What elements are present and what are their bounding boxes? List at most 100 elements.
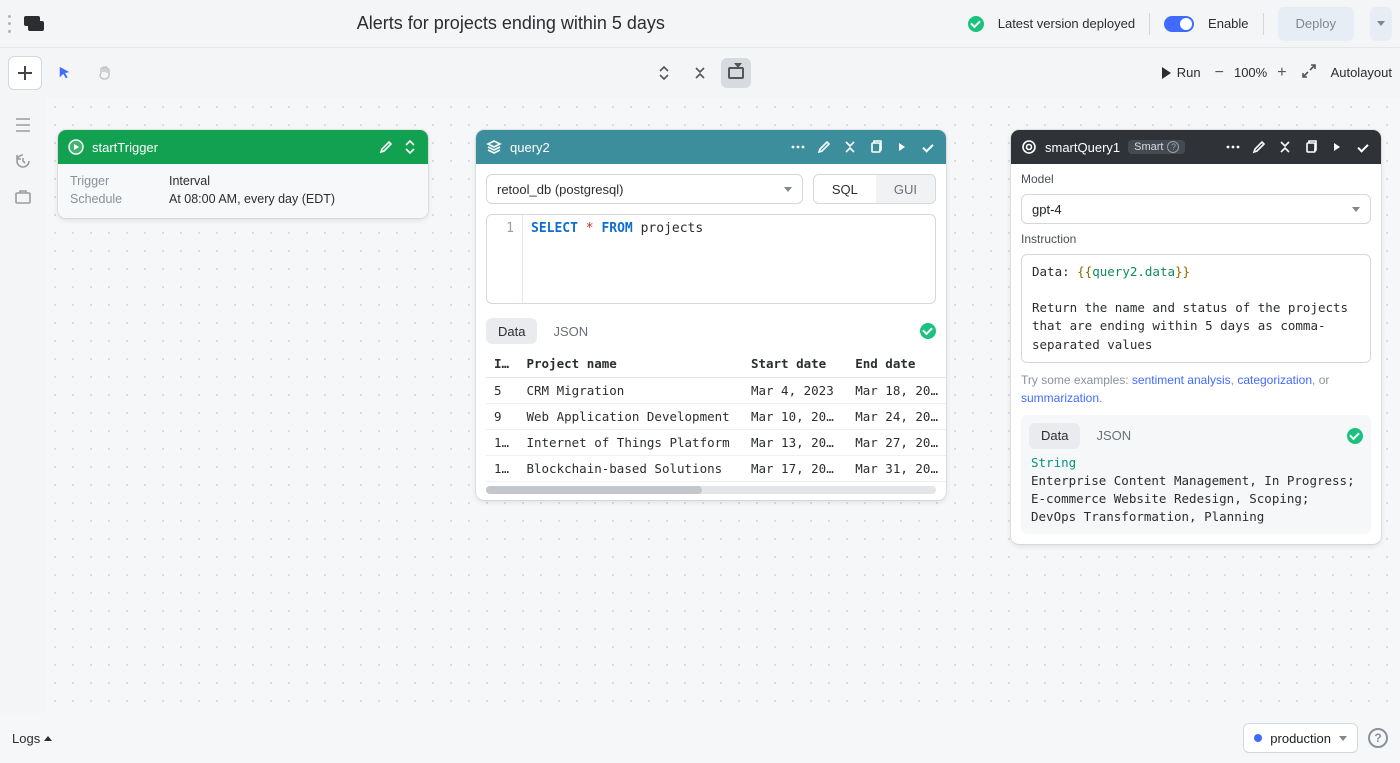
hand-icon xyxy=(97,65,113,81)
run-node-button[interactable] xyxy=(894,139,910,155)
cell-name: Blockchain-based Solutions xyxy=(518,456,742,482)
table-row[interactable]: 1… Internet of Things Platform Mar 13, 2… xyxy=(486,430,946,456)
chevrons-expand-icon xyxy=(656,65,672,81)
node-smartquery1[interactable]: smartQuery1 Smart ? Model g xyxy=(1011,130,1381,544)
result-type-label: String xyxy=(1029,455,1363,470)
examples-or: , or xyxy=(1312,373,1329,387)
add-block-button[interactable] xyxy=(8,56,42,90)
more-icon[interactable] xyxy=(1225,139,1241,155)
result-table-wrap: I… Project name Start date End date 5 CR… xyxy=(476,350,946,482)
result-tabs: Data JSON xyxy=(476,314,946,350)
minimap-icon xyxy=(728,67,744,79)
table-row[interactable]: 9 Web Application Development Mar 10, 20… xyxy=(486,404,946,430)
expand-all-button[interactable] xyxy=(649,58,679,88)
toolbar-center-group xyxy=(649,58,751,88)
node-query2[interactable]: query2 retool_db (postgresql) SQL xyxy=(476,130,946,500)
collapse-all-button[interactable] xyxy=(685,58,715,88)
editor-gutter: 1 xyxy=(487,215,523,303)
query-config-row: retool_db (postgresql) SQL GUI xyxy=(476,164,946,212)
cell-id: 1… xyxy=(486,430,518,456)
node-header[interactable]: startTrigger xyxy=(58,130,428,164)
history-panel-icon[interactable] xyxy=(14,152,32,170)
edit-icon[interactable] xyxy=(1251,139,1267,155)
environment-select[interactable]: production xyxy=(1243,723,1358,753)
col-name[interactable]: Project name xyxy=(518,350,742,378)
sql-editor[interactable]: 1 SELECT * FROM projects xyxy=(486,214,936,304)
zoom-in-button[interactable]: + xyxy=(1277,64,1286,82)
duplicate-icon[interactable] xyxy=(1303,139,1319,155)
example-link-categorization[interactable]: categorization xyxy=(1237,373,1312,387)
instruction-input[interactable]: Data: {{query2.data}}Return the name and… xyxy=(1021,254,1371,363)
canvas-wrap: startTrigger Trigger Interval Schedule A… xyxy=(0,98,1400,713)
chevron-down-icon xyxy=(784,187,792,192)
toolbar-right-group: Run − 100% + Autolayout xyxy=(1162,63,1392,82)
table-row[interactable]: 5 CRM Migration Mar 4, 2023 Mar 18, 20… xyxy=(486,378,946,404)
horizontal-scrollbar[interactable] xyxy=(486,486,936,494)
model-label: Model xyxy=(1021,172,1371,186)
edit-icon[interactable] xyxy=(816,139,832,155)
example-link-summarization[interactable]: summarization xyxy=(1021,391,1099,405)
duplicate-icon[interactable] xyxy=(868,139,884,155)
editor-content[interactable]: SELECT * FROM projects xyxy=(523,215,935,303)
node-header[interactable]: smartQuery1 Smart ? xyxy=(1011,130,1381,164)
deploy-menu-button[interactable] xyxy=(1370,7,1392,41)
col-id[interactable]: I… xyxy=(486,350,518,378)
blocks-panel-icon[interactable] xyxy=(14,188,32,206)
collapse-node-icon[interactable] xyxy=(842,139,858,155)
connection-select[interactable]: retool_db (postgresql) xyxy=(486,174,803,204)
enable-toggle[interactable] xyxy=(1164,16,1194,32)
outline-panel-icon[interactable] xyxy=(14,116,32,134)
minimap-toggle-button[interactable] xyxy=(721,58,751,88)
cell-name: Web Application Development xyxy=(518,404,742,430)
zoom-out-button[interactable]: − xyxy=(1215,64,1224,82)
node-header[interactable]: query2 xyxy=(476,130,946,164)
pan-tool-button[interactable] xyxy=(88,56,122,90)
tab-json[interactable]: JSON xyxy=(1084,423,1143,449)
schedule-label: Schedule xyxy=(70,192,165,206)
cell-end: Mar 27, 20… xyxy=(847,430,946,456)
top-bar: Alerts for projects ending within 5 days… xyxy=(0,0,1400,48)
model-select[interactable]: gpt-4 xyxy=(1021,194,1371,224)
kw-from: FROM xyxy=(601,221,632,236)
op-star: * xyxy=(586,221,594,236)
collapse-node-icon[interactable] xyxy=(1277,139,1293,155)
instruction-prefix: Data: xyxy=(1032,264,1077,279)
drag-handle-icon[interactable] xyxy=(8,15,18,33)
edit-icon[interactable] xyxy=(378,139,394,155)
select-tool-button[interactable] xyxy=(48,56,82,90)
tab-json[interactable]: JSON xyxy=(541,318,600,344)
logs-toggle[interactable]: Logs xyxy=(12,731,52,746)
line-number: 1 xyxy=(506,221,514,236)
expand-node-icon[interactable] xyxy=(402,139,418,155)
run-button[interactable]: Run xyxy=(1162,65,1201,80)
workflow-icon[interactable] xyxy=(24,16,44,32)
tab-data[interactable]: Data xyxy=(1029,423,1080,449)
mode-sql-tab[interactable]: SQL xyxy=(814,175,876,203)
divider xyxy=(1263,13,1264,35)
help-icon[interactable]: ? xyxy=(1167,141,1179,153)
examples-prefix: Try some examples: xyxy=(1021,373,1132,387)
divider xyxy=(1149,13,1150,35)
top-right-group: Latest version deployed Enable Deploy xyxy=(968,7,1392,41)
col-end[interactable]: End date xyxy=(847,350,946,378)
more-icon[interactable] xyxy=(790,139,806,155)
ai-result-panel: Data JSON String Enterprise Content Mana… xyxy=(1021,415,1371,534)
example-link-sentiment[interactable]: sentiment analysis xyxy=(1132,373,1231,387)
fit-view-button[interactable] xyxy=(1301,63,1317,82)
tab-data[interactable]: Data xyxy=(486,318,537,344)
autolayout-button[interactable]: Autolayout xyxy=(1331,65,1392,80)
kw-select: SELECT xyxy=(531,221,578,236)
deploy-button[interactable]: Deploy xyxy=(1278,7,1354,41)
node-body: Trigger Interval Schedule At 08:00 AM, e… xyxy=(58,164,428,218)
canvas[interactable]: startTrigger Trigger Interval Schedule A… xyxy=(46,98,1400,713)
col-start[interactable]: Start date xyxy=(743,350,847,378)
table-row[interactable]: 1… Blockchain-based Solutions Mar 17, 20… xyxy=(486,456,946,482)
trigger-type-label: Trigger xyxy=(70,174,165,188)
help-button[interactable]: ? xyxy=(1368,728,1388,748)
examples-hint: Try some examples: sentiment analysis, c… xyxy=(1021,371,1371,407)
status-ok-icon xyxy=(920,323,936,339)
chevron-up-icon xyxy=(44,736,52,741)
mode-gui-tab[interactable]: GUI xyxy=(876,175,935,203)
node-start-trigger[interactable]: startTrigger Trigger Interval Schedule A… xyxy=(58,130,428,218)
run-node-button[interactable] xyxy=(1329,139,1345,155)
